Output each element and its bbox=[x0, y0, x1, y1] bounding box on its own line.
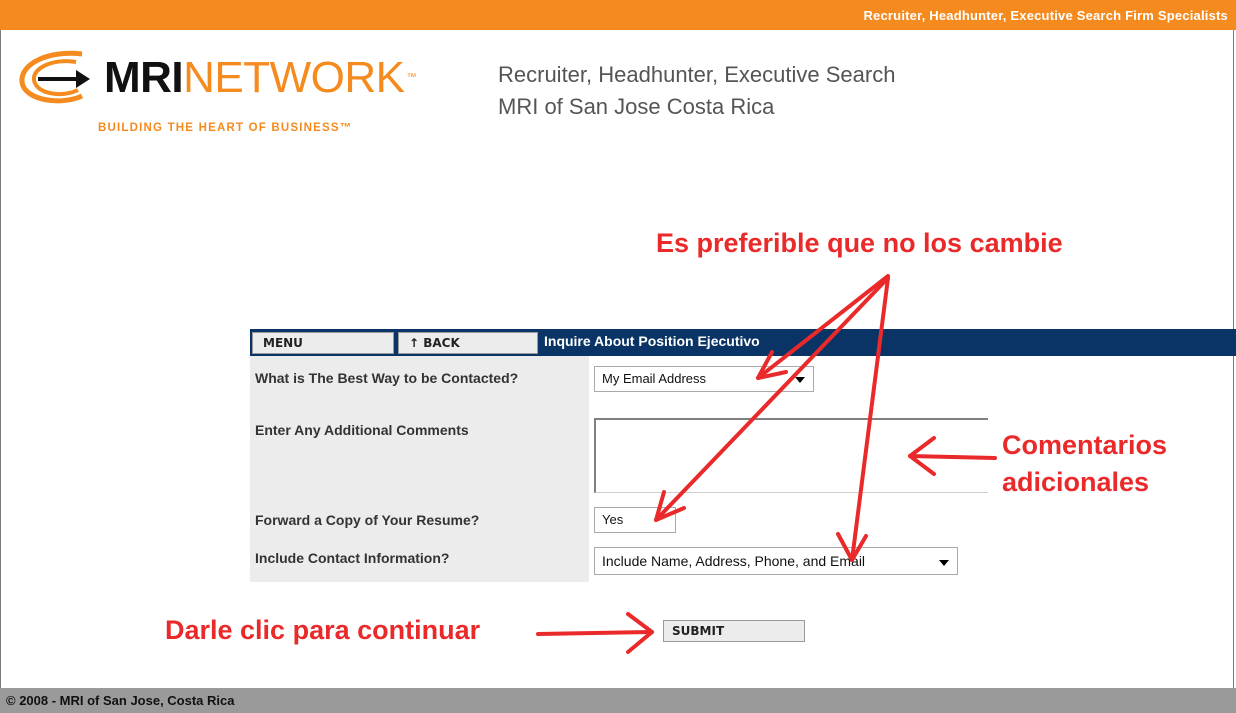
comments-textarea[interactable] bbox=[594, 418, 988, 493]
header-title: Recruiter, Headhunter, Executive Search bbox=[498, 62, 896, 87]
logo-network: NETWORK bbox=[183, 53, 405, 102]
top-banner-tagline: Recruiter, Headhunter, Executive Search … bbox=[863, 8, 1228, 23]
header-subtitle: MRI of San Jose Costa Rica bbox=[498, 94, 775, 119]
footer-bar: © 2008 - MRI of San Jose, Costa Rica bbox=[0, 688, 1236, 713]
annotation-comments-line2: adicionales bbox=[1002, 467, 1150, 497]
resume-value: Yes bbox=[602, 512, 624, 527]
annotation-preferable: Es preferible que no los cambie bbox=[656, 228, 1063, 258]
menu-button[interactable]: MENU bbox=[252, 332, 394, 354]
dropdown-arrow-icon bbox=[939, 560, 949, 566]
top-banner: Recruiter, Headhunter, Executive Search … bbox=[0, 0, 1236, 30]
submit-button[interactable]: SUBMIT bbox=[663, 620, 805, 642]
comments-label: Enter Any Additional Comments bbox=[255, 422, 469, 438]
form-title: Inquire About Position Ejecutivo bbox=[544, 333, 760, 349]
annotation-click-continue: Darle clic para continuar bbox=[165, 615, 481, 645]
include-contact-value: Include Name, Address, Phone, and Email bbox=[602, 553, 866, 569]
footer-copyright: © 2008 - MRI of San Jose, Costa Rica bbox=[6, 693, 235, 708]
logo-tagline: BUILDING THE HEART OF BUSINESS™ bbox=[98, 122, 353, 134]
resume-select[interactable]: Yes bbox=[594, 507, 676, 533]
logo-tm: ™ bbox=[406, 72, 417, 83]
annotation-comments-line1: Comentarios bbox=[1002, 430, 1168, 460]
contact-method-label: What is The Best Way to be Contacted? bbox=[255, 370, 519, 386]
form-nav-bar: MENU ↑ BACK Inquire About Position Ejecu… bbox=[250, 329, 1236, 356]
resume-label: Forward a Copy of Your Resume? bbox=[255, 512, 480, 528]
dropdown-arrow-icon bbox=[795, 377, 805, 383]
include-contact-select[interactable]: Include Name, Address, Phone, and Email bbox=[594, 547, 958, 575]
include-contact-label: Include Contact Information? bbox=[255, 550, 450, 566]
logo-wordmark: MRINETWORK ™ bbox=[104, 52, 417, 104]
mri-swoosh-logo-icon bbox=[19, 50, 90, 104]
back-button[interactable]: ↑ BACK bbox=[398, 332, 538, 354]
contact-method-select[interactable]: My Email Address bbox=[594, 366, 814, 392]
logo-mri: MRI bbox=[104, 53, 184, 102]
contact-method-value: My Email Address bbox=[602, 371, 707, 386]
mri-network-logo[interactable]: MRINETWORK ™ BUILDING THE HEART OF BUSINE… bbox=[18, 50, 448, 140]
